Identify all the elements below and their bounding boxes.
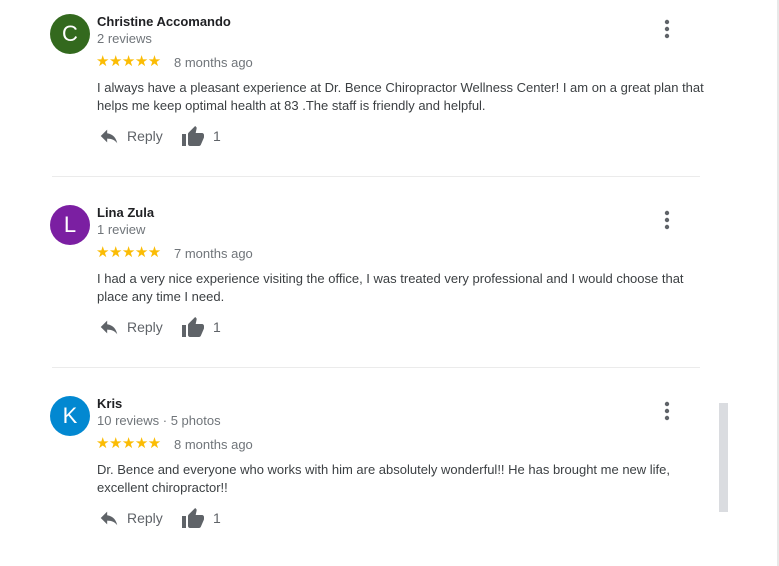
like-button[interactable]: 1 [180, 312, 230, 342]
reply-label: Reply [127, 319, 163, 335]
avatar[interactable]: L [50, 205, 90, 245]
star-rating: ★★★★★ [96, 244, 161, 261]
review-text: Dr. Bence and everyone who works with hi… [97, 462, 671, 495]
divider [52, 367, 700, 368]
reply-button[interactable]: Reply [97, 312, 177, 342]
reviewer-meta: 10 reviews · 5 photos [97, 413, 221, 428]
star-rating: ★★★★★ [96, 53, 161, 70]
review-text: I always have a pleasant experience at D… [97, 80, 704, 113]
more-vert-icon [664, 19, 670, 39]
review-date: 7 months ago [174, 246, 253, 261]
more-options-button[interactable] [657, 208, 677, 232]
star-rating: ★★★★★ [96, 435, 161, 452]
reviewer-name[interactable]: Lina Zula [97, 205, 154, 220]
thumbs-up-icon [182, 508, 204, 528]
scrollbar-thumb[interactable] [719, 403, 728, 512]
reviewer-meta: 2 reviews [97, 31, 152, 46]
review-card: C Christine Accomando 2 reviews ★★★★★ 8 … [0, 0, 720, 180]
review-card: K Kris 10 reviews · 5 photos ★★★★★ 8 mon… [0, 382, 720, 562]
avatar[interactable]: C [50, 14, 90, 54]
review-date: 8 months ago [174, 55, 253, 70]
review-text: I had a very nice experience visiting th… [97, 271, 684, 304]
reviewer-meta: 1 review [97, 222, 146, 237]
reviewer-name[interactable]: Christine Accomando [97, 14, 231, 29]
review-date: 8 months ago [174, 437, 253, 452]
reply-icon [100, 511, 118, 526]
like-count: 1 [213, 510, 221, 526]
like-button[interactable]: 1 [180, 121, 230, 151]
reply-icon [100, 129, 118, 144]
reply-label: Reply [127, 510, 163, 526]
like-count: 1 [213, 128, 221, 144]
reply-button[interactable]: Reply [97, 503, 177, 533]
like-count: 1 [213, 319, 221, 335]
thumbs-up-icon [182, 126, 204, 146]
reviewer-name[interactable]: Kris [97, 396, 122, 411]
more-vert-icon [664, 401, 670, 421]
more-options-button[interactable] [657, 17, 677, 41]
reply-label: Reply [127, 128, 163, 144]
more-vert-icon [664, 210, 670, 230]
divider [52, 176, 700, 177]
avatar[interactable]: K [50, 396, 90, 436]
thumbs-up-icon [182, 317, 204, 337]
reply-icon [100, 320, 118, 335]
reply-button[interactable]: Reply [97, 121, 177, 151]
like-button[interactable]: 1 [180, 503, 230, 533]
more-options-button[interactable] [657, 399, 677, 423]
review-card: L Lina Zula 1 review ★★★★★ 7 months ago … [0, 191, 720, 371]
